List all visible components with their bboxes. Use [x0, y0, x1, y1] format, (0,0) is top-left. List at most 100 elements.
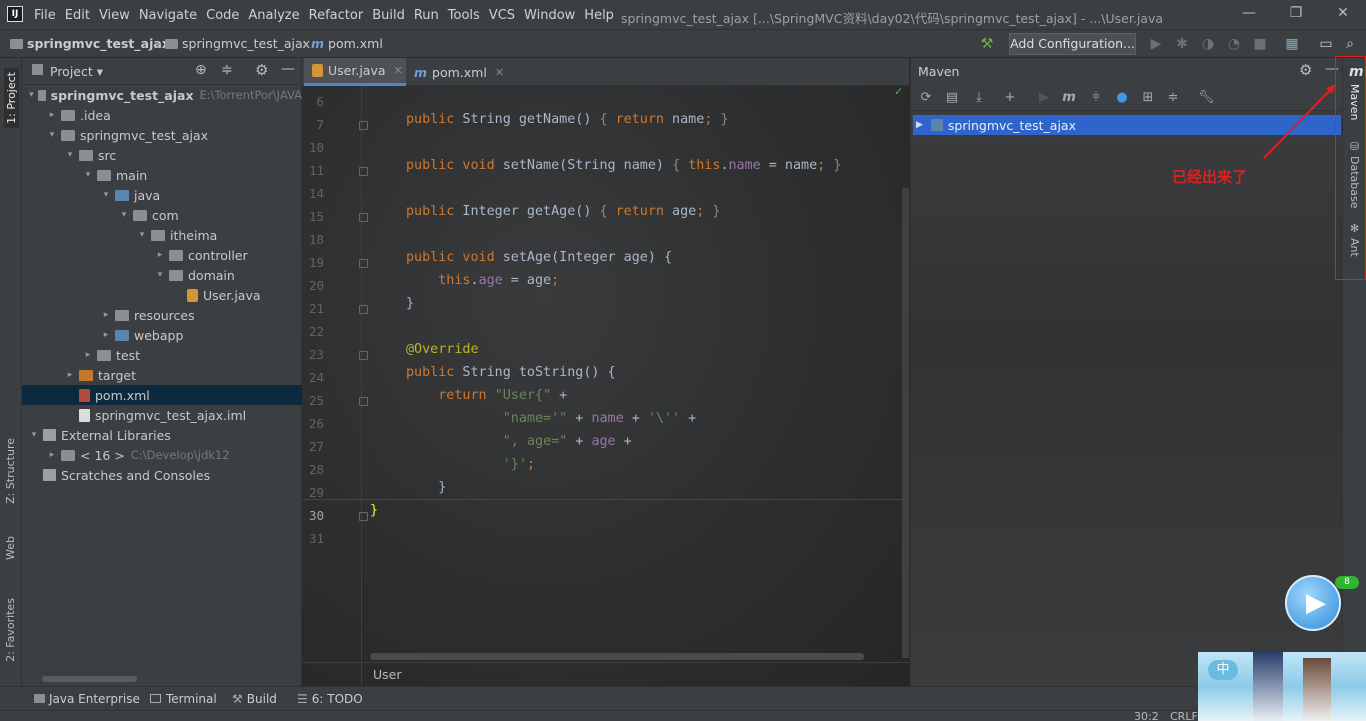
tree-node[interactable]: ▸ < 16 > C:\Develop\jdk12	[22, 445, 302, 465]
close-tab-icon[interactable]: ✕	[495, 66, 504, 79]
code-line[interactable]: public String getName() { return name; }	[406, 112, 729, 127]
generate-sources-icon[interactable]: ▤	[944, 90, 960, 106]
menu-view[interactable]: View	[99, 8, 130, 23]
menu-analyze[interactable]: Analyze	[248, 8, 299, 23]
tree-node[interactable]: ▾ itheima	[22, 225, 302, 245]
code-line[interactable]: this.age = age;	[406, 273, 559, 288]
tree-node[interactable]: ▸ controller	[22, 245, 302, 265]
toggle-offline-icon[interactable]: ⫩	[1088, 90, 1104, 106]
fold-marker-icon[interactable]	[359, 213, 368, 222]
fold-marker-icon[interactable]	[359, 167, 368, 176]
menu-code[interactable]: Code	[206, 8, 239, 23]
tab-pom-xml[interactable]: m pom.xml ✕	[408, 58, 508, 86]
breadcrumb-file[interactable]: m pom.xml	[311, 36, 383, 51]
hide-panel-icon[interactable]: —	[281, 61, 295, 77]
breadcrumb-module[interactable]: springmvc_test_ajax	[165, 36, 310, 51]
expand-arrow-icon[interactable]: ▸	[154, 250, 166, 260]
web-tool-tab[interactable]: Web	[4, 536, 17, 560]
fold-marker-icon[interactable]	[359, 397, 368, 406]
coverage-icon[interactable]: ◑	[1200, 36, 1216, 52]
tree-node[interactable]: ▾ src	[22, 145, 302, 165]
editor-horizontal-scrollbar[interactable]	[370, 653, 864, 660]
expand-arrow-icon[interactable]: ▾	[118, 210, 130, 220]
code-line[interactable]: public String toString() {	[406, 365, 616, 380]
media-play-widget[interactable]: ▶	[1285, 575, 1341, 631]
tree-node[interactable]: ▾ main	[22, 165, 302, 185]
code-line[interactable]: @Override	[406, 342, 479, 357]
fold-marker-icon[interactable]	[359, 512, 368, 521]
menu-window[interactable]: Window	[524, 8, 575, 23]
run-icon[interactable]: ▶	[1148, 36, 1164, 52]
execute-goal-icon[interactable]: m	[1061, 90, 1077, 106]
gear-icon[interactable]: ⚙	[255, 61, 268, 79]
editor-vertical-scrollbar[interactable]	[902, 188, 909, 658]
fold-marker-icon[interactable]	[359, 121, 368, 130]
tree-node[interactable]: ▾ java	[22, 185, 302, 205]
minimize-icon[interactable]: —	[1242, 6, 1256, 20]
layout-icon[interactable]: ▭	[1318, 36, 1334, 52]
tree-node[interactable]: pom.xml	[22, 385, 302, 405]
menu-vcs[interactable]: VCS	[489, 8, 515, 23]
code-line[interactable]: ", age=" + age +	[406, 434, 632, 449]
debug-icon[interactable]: ✱	[1174, 36, 1190, 52]
collapse-all-icon[interactable]: ≑	[221, 62, 233, 78]
hammer-build-icon[interactable]: ⚒	[979, 36, 995, 52]
tree-node[interactable]: ▸ test	[22, 345, 302, 365]
tree-node[interactable]: ▸ target	[22, 365, 302, 385]
expand-arrow-icon[interactable]: ▾	[136, 230, 148, 240]
terminal-tab[interactable]: Terminal	[150, 692, 217, 706]
tree-node[interactable]: ▾ com	[22, 205, 302, 225]
project-view-selector[interactable]: Project ▾	[50, 64, 103, 79]
show-dependencies-icon[interactable]: ⊞	[1140, 90, 1156, 106]
line-separator-indicator[interactable]: CRLF	[1170, 711, 1198, 721]
tree-node[interactable]: Scratches and Consoles	[22, 465, 302, 485]
run-icon[interactable]: ▶	[1036, 90, 1052, 106]
expand-arrow-icon[interactable]: ▾	[154, 270, 166, 280]
code-line[interactable]: '}';	[406, 457, 535, 472]
locate-icon[interactable]: ⊕	[195, 62, 207, 78]
expand-arrow-icon[interactable]: ▸	[100, 330, 112, 340]
tree-node[interactable]: springmvc_test_ajax.iml	[22, 405, 302, 425]
caret-position[interactable]: 30:2	[1134, 711, 1159, 721]
menu-tools[interactable]: Tools	[448, 8, 480, 23]
code-line[interactable]: public void setAge(Integer age) {	[406, 250, 672, 265]
expand-arrow-icon[interactable]: ▾	[46, 130, 58, 140]
collapse-all-icon[interactable]: ≑	[1165, 90, 1181, 106]
expand-arrow-icon[interactable]: ▾	[82, 170, 94, 180]
fold-marker-icon[interactable]	[359, 259, 368, 268]
menu-refactor[interactable]: Refactor	[309, 8, 364, 23]
expand-arrow-icon[interactable]: ▾	[100, 190, 112, 200]
java-enterprise-tab[interactable]: Java Enterprise	[34, 692, 140, 706]
profile-icon[interactable]: ◔	[1226, 36, 1242, 52]
editor-breadcrumb-class[interactable]: User	[373, 667, 402, 682]
project-horizontal-scrollbar[interactable]	[42, 676, 137, 682]
tab-user-java[interactable]: User.java ✕	[304, 58, 406, 86]
tree-node[interactable]: ▾ springmvc_test_ajax E:\TorrentPor\JAVA	[22, 85, 302, 105]
expand-arrow-icon[interactable]: ▸	[46, 110, 58, 120]
expand-arrow-icon[interactable]: ▸	[64, 370, 76, 380]
tree-node[interactable]: ▸ webapp	[22, 325, 302, 345]
breadcrumb-project[interactable]: springmvc_test_ajax	[10, 36, 170, 51]
code-line[interactable]: }	[406, 480, 446, 495]
expand-arrow-icon[interactable]: ▾	[28, 90, 35, 100]
tree-node[interactable]: ▸ resources	[22, 305, 302, 325]
fold-marker-icon[interactable]	[359, 305, 368, 314]
wrench-icon[interactable]: 🔧︎	[1198, 90, 1215, 106]
code-line[interactable]: }	[370, 503, 378, 518]
code-line[interactable]: }	[406, 296, 414, 311]
expand-arrow-icon[interactable]: ▸	[82, 350, 94, 360]
tree-node[interactable]: ▸ .idea	[22, 105, 302, 125]
project-tool-tab[interactable]: 1: Project	[4, 68, 19, 128]
code-line[interactable]: "name='" + name + '\'' +	[406, 411, 697, 426]
menu-file[interactable]: File	[34, 8, 56, 23]
expand-arrow-icon[interactable]: ▾	[28, 430, 40, 440]
expand-arrow-icon[interactable]: ▶	[916, 120, 923, 130]
tree-node[interactable]: ▾ External Libraries	[22, 425, 302, 445]
code-line[interactable]: return "User{" +	[406, 388, 567, 403]
tree-node[interactable]: ▾ springmvc_test_ajax	[22, 125, 302, 145]
restore-icon[interactable]: ❐	[1289, 6, 1303, 20]
build-tab[interactable]: ⚒ Build	[232, 692, 277, 706]
skip-tests-icon[interactable]: ●	[1114, 90, 1130, 106]
structure-tool-tab[interactable]: Z: Structure	[4, 438, 17, 504]
project-structure-icon[interactable]: ▦	[1284, 36, 1300, 52]
